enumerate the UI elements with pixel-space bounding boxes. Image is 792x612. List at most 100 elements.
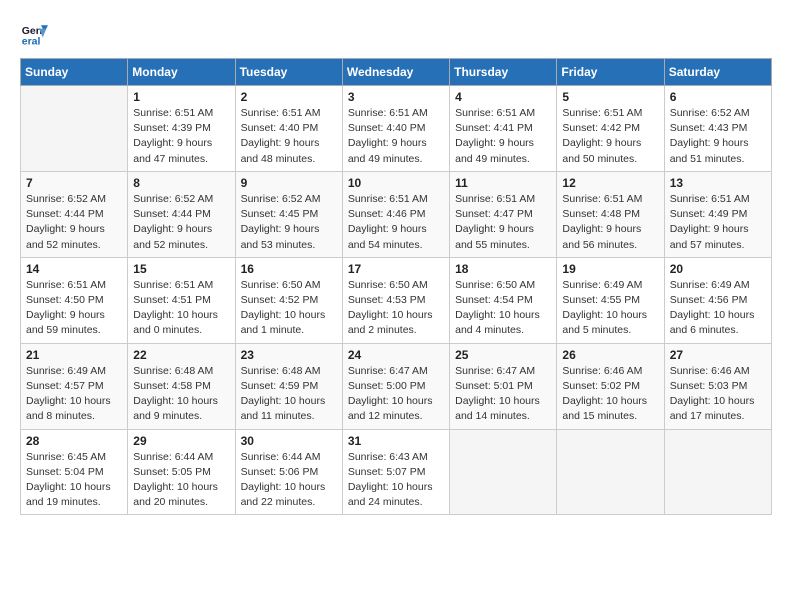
- calendar-cell: 19Sunrise: 6:49 AM Sunset: 4:55 PM Dayli…: [557, 257, 664, 343]
- day-info: Sunrise: 6:49 AM Sunset: 4:56 PM Dayligh…: [670, 278, 766, 339]
- calendar-cell: 26 Sunrise: 6:46 AM Sunset: 5:02 PM Dayli…: [557, 343, 664, 429]
- day-number: 31: [348, 434, 444, 448]
- day-number: 8: [133, 176, 229, 190]
- day-number: 17: [348, 262, 444, 276]
- day-info: Sunrise: 6:51 AM Sunset: 4:41 PM Dayligh…: [455, 106, 551, 167]
- calendar-cell: 16Sunrise: 6:50 AM Sunset: 4:52 PM Dayli…: [235, 257, 342, 343]
- calendar-cell: 20 Sunrise: 6:49 AM Sunset: 4:56 PM Dayli…: [664, 257, 771, 343]
- calendar-cell: 8 Sunrise: 6:52 AM Sunset: 4:44 PM Daylig…: [128, 171, 235, 257]
- day-info: Sunrise: 6:44 AM Sunset: 5:05 PM Dayligh…: [133, 450, 229, 511]
- day-info: Sunrise: 6:51 AM Sunset: 4:49 PM Dayligh…: [670, 192, 766, 253]
- calendar-cell: 2Sunrise: 6:51 AM Sunset: 4:40 PM Daylig…: [235, 86, 342, 172]
- day-number: 4: [455, 90, 551, 104]
- day-number: 15: [133, 262, 229, 276]
- day-info: Sunrise: 6:48 AM Sunset: 4:59 PM Dayligh…: [241, 364, 337, 425]
- weekday-header-saturday: Saturday: [664, 59, 771, 86]
- calendar-cell: 3 Sunrise: 6:51 AM Sunset: 4:40 PM Daylig…: [342, 86, 449, 172]
- calendar-cell: 22Sunrise: 6:48 AM Sunset: 4:58 PM Dayli…: [128, 343, 235, 429]
- calendar-cell: 25 Sunrise: 6:47 AM Sunset: 5:01 PM Dayli…: [450, 343, 557, 429]
- day-info: Sunrise: 6:51 AM Sunset: 4:48 PM Dayligh…: [562, 192, 658, 253]
- calendar-cell: 30Sunrise: 6:44 AM Sunset: 5:06 PM Dayli…: [235, 429, 342, 515]
- calendar-cell: 21Sunrise: 6:49 AM Sunset: 4:57 PM Dayli…: [21, 343, 128, 429]
- day-info: Sunrise: 6:50 AM Sunset: 4:52 PM Dayligh…: [241, 278, 337, 339]
- day-info: Sunrise: 6:45 AM Sunset: 5:04 PM Dayligh…: [26, 450, 122, 511]
- day-number: 29: [133, 434, 229, 448]
- day-info: Sunrise: 6:51 AM Sunset: 4:42 PM Dayligh…: [562, 106, 658, 167]
- calendar-cell: 5 Sunrise: 6:51 AM Sunset: 4:42 PM Daylig…: [557, 86, 664, 172]
- calendar-cell: 1 Sunrise: 6:51 AM Sunset: 4:39 PM Daylig…: [128, 86, 235, 172]
- calendar-cell: 29 Sunrise: 6:44 AM Sunset: 5:05 PM Dayli…: [128, 429, 235, 515]
- day-info: Sunrise: 6:51 AM Sunset: 4:40 PM Dayligh…: [241, 106, 337, 167]
- day-number: 9: [241, 176, 337, 190]
- calendar-cell: 6Sunrise: 6:52 AM Sunset: 4:43 PM Daylig…: [664, 86, 771, 172]
- day-info: Sunrise: 6:52 AM Sunset: 4:45 PM Dayligh…: [241, 192, 337, 253]
- calendar-cell: 9 Sunrise: 6:52 AM Sunset: 4:45 PM Daylig…: [235, 171, 342, 257]
- page-header: Gen eral: [20, 20, 772, 48]
- calendar-cell: 4 Sunrise: 6:51 AM Sunset: 4:41 PM Daylig…: [450, 86, 557, 172]
- calendar-cell: 10 Sunrise: 6:51 AM Sunset: 4:46 PM Dayli…: [342, 171, 449, 257]
- day-info: Sunrise: 6:47 AM Sunset: 5:01 PM Dayligh…: [455, 364, 551, 425]
- day-number: 1: [133, 90, 229, 104]
- day-number: 6: [670, 90, 766, 104]
- day-info: Sunrise: 6:43 AM Sunset: 5:07 PM Dayligh…: [348, 450, 444, 511]
- svg-text:eral: eral: [22, 36, 41, 48]
- weekday-header-sunday: Sunday: [21, 59, 128, 86]
- calendar-week-row: 14 Sunrise: 6:51 AM Sunset: 4:50 PM Dayli…: [21, 257, 772, 343]
- day-info: Sunrise: 6:51 AM Sunset: 4:46 PM Dayligh…: [348, 192, 444, 253]
- day-info: Sunrise: 6:46 AM Sunset: 5:02 PM Dayligh…: [562, 364, 658, 425]
- day-number: 7: [26, 176, 122, 190]
- day-number: 28: [26, 434, 122, 448]
- day-number: 18: [455, 262, 551, 276]
- calendar-cell: 11 Sunrise: 6:51 AM Sunset: 4:47 PM Dayli…: [450, 171, 557, 257]
- calendar-cell: 17 Sunrise: 6:50 AM Sunset: 4:53 PM Dayli…: [342, 257, 449, 343]
- day-info: Sunrise: 6:50 AM Sunset: 4:54 PM Dayligh…: [455, 278, 551, 339]
- calendar-cell: 13 Sunrise: 6:51 AM Sunset: 4:49 PM Dayli…: [664, 171, 771, 257]
- day-info: Sunrise: 6:44 AM Sunset: 5:06 PM Dayligh…: [241, 450, 337, 511]
- calendar-week-row: 1 Sunrise: 6:51 AM Sunset: 4:39 PM Daylig…: [21, 86, 772, 172]
- calendar-week-row: 28 Sunrise: 6:45 AM Sunset: 5:04 PM Dayli…: [21, 429, 772, 515]
- calendar-cell: 31 Sunrise: 6:43 AM Sunset: 5:07 PM Dayli…: [342, 429, 449, 515]
- calendar-cell: 23 Sunrise: 6:48 AM Sunset: 4:59 PM Dayli…: [235, 343, 342, 429]
- day-number: 14: [26, 262, 122, 276]
- calendar-cell: 18 Sunrise: 6:50 AM Sunset: 4:54 PM Dayli…: [450, 257, 557, 343]
- day-info: Sunrise: 6:47 AM Sunset: 5:00 PM Dayligh…: [348, 364, 444, 425]
- day-number: 20: [670, 262, 766, 276]
- day-info: Sunrise: 6:49 AM Sunset: 4:57 PM Dayligh…: [26, 364, 122, 425]
- day-info: Sunrise: 6:51 AM Sunset: 4:50 PM Dayligh…: [26, 278, 122, 339]
- calendar-cell: 7Sunrise: 6:52 AM Sunset: 4:44 PM Daylig…: [21, 171, 128, 257]
- day-number: 27: [670, 348, 766, 362]
- logo-icon: Gen eral: [20, 20, 48, 48]
- day-number: 26: [562, 348, 658, 362]
- day-info: Sunrise: 6:51 AM Sunset: 4:39 PM Dayligh…: [133, 106, 229, 167]
- day-info: Sunrise: 6:49 AM Sunset: 4:55 PM Dayligh…: [562, 278, 658, 339]
- day-info: Sunrise: 6:51 AM Sunset: 4:47 PM Dayligh…: [455, 192, 551, 253]
- day-info: Sunrise: 6:52 AM Sunset: 4:44 PM Dayligh…: [133, 192, 229, 253]
- day-number: 11: [455, 176, 551, 190]
- day-number: 13: [670, 176, 766, 190]
- calendar-cell: [21, 86, 128, 172]
- day-number: 3: [348, 90, 444, 104]
- weekday-header-tuesday: Tuesday: [235, 59, 342, 86]
- calendar-cell: 27 Sunrise: 6:46 AM Sunset: 5:03 PM Dayli…: [664, 343, 771, 429]
- calendar-table: SundayMondayTuesdayWednesdayThursdayFrid…: [20, 58, 772, 515]
- day-number: 5: [562, 90, 658, 104]
- day-number: 10: [348, 176, 444, 190]
- weekday-header-row: SundayMondayTuesdayWednesdayThursdayFrid…: [21, 59, 772, 86]
- calendar-week-row: 21Sunrise: 6:49 AM Sunset: 4:57 PM Dayli…: [21, 343, 772, 429]
- weekday-header-monday: Monday: [128, 59, 235, 86]
- day-number: 24: [348, 348, 444, 362]
- calendar-cell: 28 Sunrise: 6:45 AM Sunset: 5:04 PM Dayli…: [21, 429, 128, 515]
- day-info: Sunrise: 6:50 AM Sunset: 4:53 PM Dayligh…: [348, 278, 444, 339]
- calendar-cell: 15 Sunrise: 6:51 AM Sunset: 4:51 PM Dayli…: [128, 257, 235, 343]
- day-info: Sunrise: 6:51 AM Sunset: 4:40 PM Dayligh…: [348, 106, 444, 167]
- day-number: 12: [562, 176, 658, 190]
- weekday-header-wednesday: Wednesday: [342, 59, 449, 86]
- day-info: Sunrise: 6:46 AM Sunset: 5:03 PM Dayligh…: [670, 364, 766, 425]
- calendar-cell: 24 Sunrise: 6:47 AM Sunset: 5:00 PM Dayli…: [342, 343, 449, 429]
- logo: Gen eral: [20, 20, 52, 48]
- day-number: 23: [241, 348, 337, 362]
- day-info: Sunrise: 6:51 AM Sunset: 4:51 PM Dayligh…: [133, 278, 229, 339]
- day-number: 25: [455, 348, 551, 362]
- calendar-week-row: 7 Sunrise: 6:52 AM Sunset: 4:44 PM Daylig…: [21, 171, 772, 257]
- day-info: Sunrise: 6:48 AM Sunset: 4:58 PM Dayligh…: [133, 364, 229, 425]
